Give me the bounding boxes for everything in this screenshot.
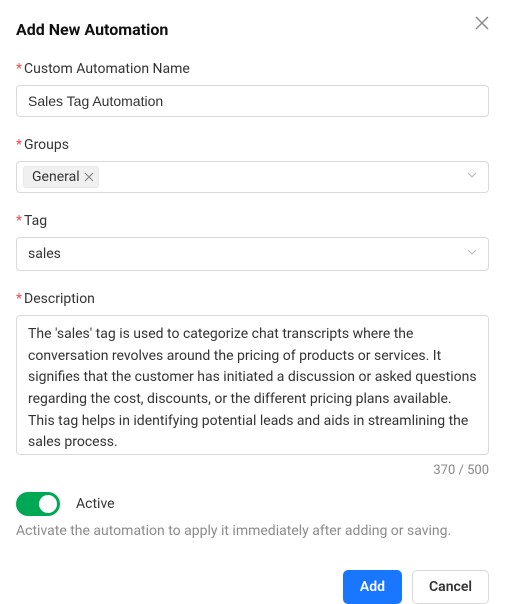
description-textarea[interactable] [16, 315, 489, 455]
close-button[interactable] [475, 16, 489, 30]
dialog-footer: Add Cancel [16, 570, 489, 604]
active-label: Active [76, 496, 115, 512]
automation-name-input[interactable] [16, 85, 489, 117]
description-counter: 370 / 500 [16, 463, 489, 478]
active-switch[interactable] [16, 492, 60, 516]
active-help-text: Activate the automation to apply it imme… [16, 522, 489, 542]
cancel-button[interactable]: Cancel [412, 570, 489, 604]
dialog-title: Add New Automation [16, 20, 168, 39]
label-text: Custom Automation Name [24, 61, 190, 77]
required-marker: * [16, 61, 22, 77]
label-groups: *Groups [16, 137, 489, 153]
close-icon [84, 172, 94, 182]
required-marker: * [16, 291, 22, 307]
chevron-down-icon [466, 246, 478, 262]
field-groups: *Groups General [16, 137, 489, 193]
group-chip-label: General [32, 169, 80, 185]
label-automation-name: *Custom Automation Name [16, 61, 489, 77]
required-marker: * [16, 137, 22, 153]
required-marker: * [16, 213, 22, 229]
dialog-header: Add New Automation [16, 20, 489, 39]
add-button[interactable]: Add [343, 570, 402, 604]
tag-select[interactable]: sales [16, 237, 489, 271]
tag-select-value: sales [28, 246, 61, 262]
label-description: *Description [16, 291, 489, 307]
switch-knob [39, 495, 57, 513]
chevron-down-icon [466, 169, 478, 185]
group-chip-remove[interactable] [84, 172, 94, 182]
field-automation-name: *Custom Automation Name [16, 61, 489, 117]
active-toggle-row: Active [16, 492, 489, 516]
label-text: Tag [24, 213, 47, 229]
groups-select[interactable]: General [16, 161, 489, 193]
close-icon [475, 16, 489, 30]
label-text: Groups [24, 137, 69, 153]
field-description: *Description 370 / 500 [16, 291, 489, 478]
group-chip: General [23, 166, 99, 188]
label-tag: *Tag [16, 213, 489, 229]
field-tag: *Tag sales [16, 213, 489, 271]
label-text: Description [24, 291, 95, 307]
